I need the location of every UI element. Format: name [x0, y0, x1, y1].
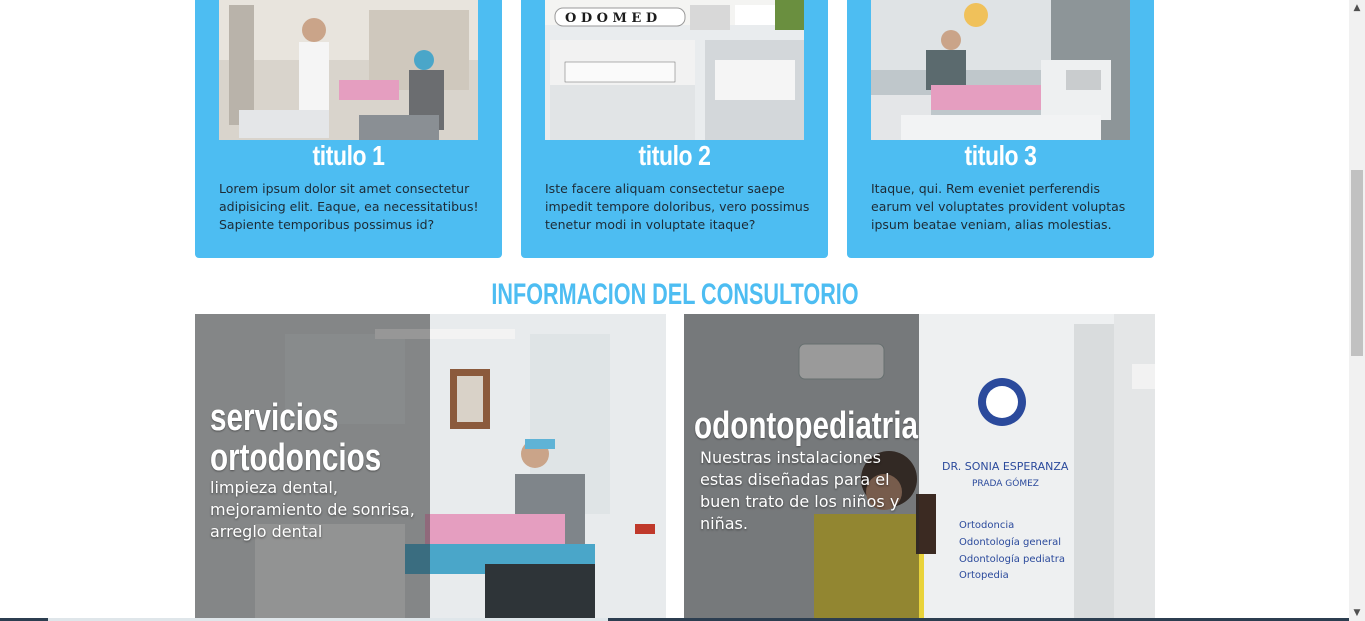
card-text: Iste facere aliquam consectetur saepe im… [545, 181, 810, 232]
vertical-scrollbar[interactable]: ▲ ▼ [1349, 0, 1365, 621]
panel-title-line-1: servicios [210, 397, 339, 439]
panel-title: servicios ortodoncios [210, 398, 381, 478]
arrow-down-icon[interactable]: ▼ [1349, 605, 1365, 621]
building-facade-photo: O D O M E D [545, 0, 804, 140]
door-sign-service-3: Odontología pediatra [959, 553, 1065, 565]
arrow-up-icon[interactable]: ▲ [1349, 0, 1365, 16]
panel-text: limpieza dental, mejoramiento de sonrisa… [210, 478, 415, 541]
service-card-3: titulo 3 Itaque, qui. Rem eveniet perfer… [847, 0, 1154, 258]
panel-title-line-2: ortodoncios [210, 437, 382, 479]
section-title: INFORMACION DEL CONSULTORIO [491, 278, 859, 311]
card-title: titulo 1 [312, 140, 385, 171]
door-sign-service-4: Ortopedia [959, 570, 1009, 581]
page: titulo 1 Lorem ipsum dolor sit amet cons… [0, 0, 1349, 621]
door-sign-name-1: DR. SONIA ESPERANZA [942, 460, 1069, 473]
info-panel-orthodontics: servicios ortodoncios limpieza dental, m… [195, 314, 666, 621]
info-panel-pediatric: DR. SONIA ESPERANZA PRADA GÓMEZ Ortodonc… [684, 314, 1155, 621]
service-card-2: O D O M E D titulo 2 Iste facere aliquam… [521, 0, 828, 258]
door-sign-service-1: Ortodoncia [959, 520, 1014, 531]
door-sign-name-2: PRADA GÓMEZ [972, 477, 1039, 489]
card-title: titulo 3 [964, 140, 1037, 171]
card-title: titulo 2 [638, 140, 711, 171]
building-sign: O D O M E D [565, 11, 657, 26]
scrollbar-thumb[interactable] [1351, 170, 1363, 356]
dental-clinic-photo [219, 0, 478, 140]
panel-text: Nuestras instalaciones estas diseñadas p… [700, 448, 900, 533]
door-sign-service-2: Odontología general [959, 536, 1061, 548]
panel-title: odontopediatria [694, 405, 918, 447]
service-card-1: titulo 1 Lorem ipsum dolor sit amet cons… [195, 0, 502, 258]
card-text: Lorem ipsum dolor sit amet consectetur a… [219, 181, 479, 232]
card-text: Itaque, qui. Rem eveniet perferendis ear… [871, 181, 1126, 232]
dental-chair-photo [871, 0, 1130, 140]
